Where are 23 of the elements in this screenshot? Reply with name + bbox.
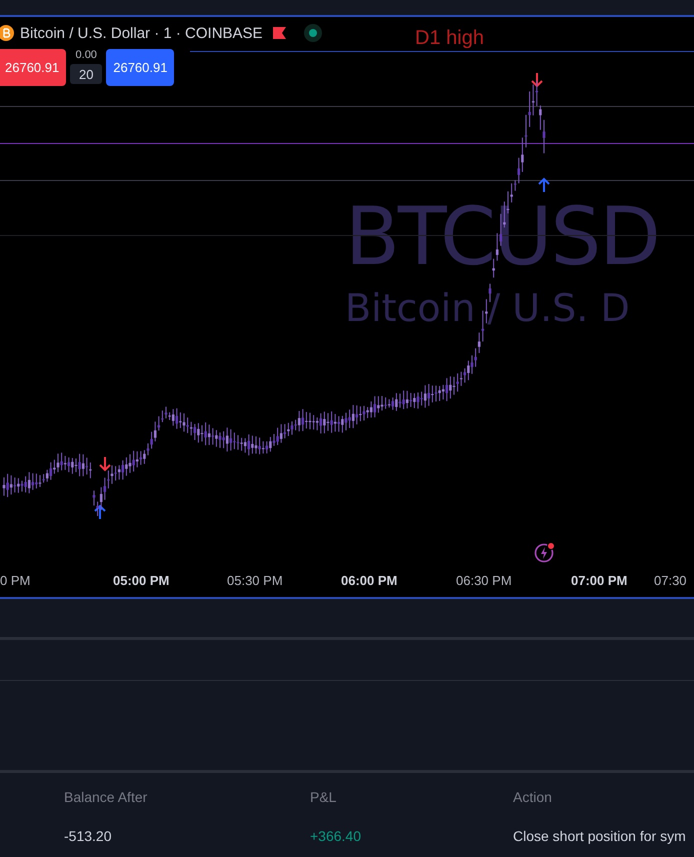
column-header: Action — [513, 789, 553, 805]
coin-icon — [0, 25, 14, 41]
level-label: D1 high — [415, 27, 484, 50]
buy-button[interactable]: 26760.91 — [106, 49, 174, 86]
time-label: 07:30 — [654, 573, 687, 588]
column-header: P&L — [310, 789, 338, 805]
column-header: Balance After — [64, 789, 148, 805]
table-cell-text: +366.40 — [310, 828, 362, 844]
sell-button[interactable]: 26760.91 — [0, 49, 66, 86]
time-label: 06:00 PM — [341, 573, 398, 588]
time-label: 05:00 PM — [113, 573, 170, 588]
spread-value: 0.00 — [76, 49, 97, 61]
description-watermark: Bitcoin / U.S. D — [345, 289, 631, 327]
lightning-icon[interactable] — [534, 541, 556, 563]
time-label: 06:30 PM — [456, 573, 512, 588]
table-cell-text: -513.20 — [64, 828, 112, 844]
table-cell-text: Close short position for sym — [513, 828, 687, 844]
quantity-field[interactable]: 20 — [70, 64, 102, 84]
symbol-title: Bitcoin / U.S. Dollar · 1 · COINBASE — [20, 24, 263, 42]
time-label: 07:00 PM — [571, 573, 628, 588]
time-label: 05:30 PM — [227, 573, 283, 588]
flag-icon — [272, 27, 286, 39]
time-label: 0 PM — [0, 573, 30, 588]
